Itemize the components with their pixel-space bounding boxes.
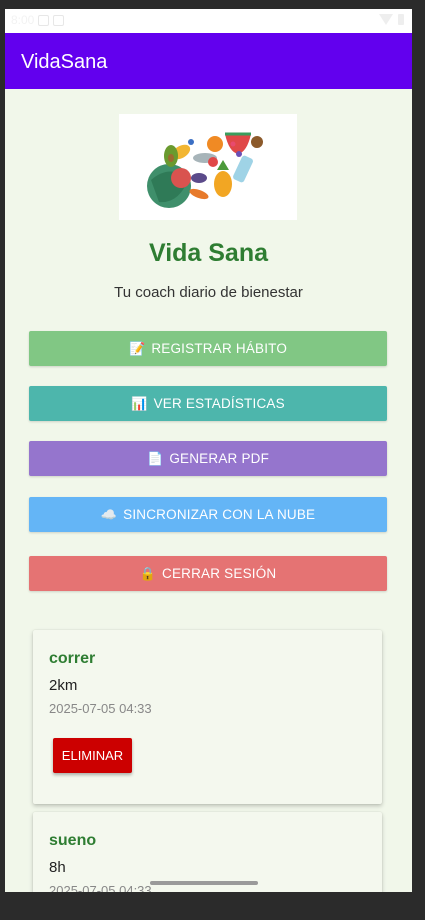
generate-pdf-label: GENERAR PDF <box>169 451 270 466</box>
fruits-vegetables-illustration <box>147 132 263 208</box>
main-content[interactable]: Vida Sana Tu coach diario de bienestar 📝… <box>5 89 412 892</box>
sync-cloud-button[interactable]: ☁️ SINCRONIZAR CON LA NUBE <box>29 497 387 532</box>
healthy-food-logo <box>119 114 297 220</box>
gesture-nav-handle[interactable] <box>150 881 258 885</box>
sim-icon <box>53 14 65 26</box>
habit-card: sueno 8h 2025-07-05 04:33 <box>33 812 382 892</box>
app-bar: VidaSana <box>5 33 412 89</box>
habit-card: correr 2km 2025-07-05 04:33 ELIMINAR <box>33 630 382 804</box>
lock-icon: 🔒 <box>139 565 156 581</box>
status-bar: 8:00 <box>5 9 412 33</box>
view-stats-label: VER ESTADÍSTICAS <box>153 396 285 411</box>
phone-screen: 8:00 VidaSana Vida Sana Tu coach diario … <box>5 9 412 892</box>
generate-pdf-button[interactable]: 📄 GENERAR PDF <box>29 441 387 476</box>
page-title: Vida Sana <box>148 239 269 267</box>
habit-name: correr <box>49 650 96 667</box>
habit-name: sueno <box>49 832 97 849</box>
habit-date: 2025-07-05 04:33 <box>49 701 152 716</box>
view-stats-button[interactable]: 📊 VER ESTADÍSTICAS <box>29 386 387 421</box>
logout-label: CERRAR SESIÓN <box>162 566 277 581</box>
register-habit-label: REGISTRAR HÁBITO <box>151 341 288 356</box>
document-icon: 📄 <box>146 450 164 466</box>
status-time: 8:00 <box>11 13 35 27</box>
sync-cloud-label: SINCRONIZAR CON LA NUBE <box>123 507 316 522</box>
habit-value: 2km <box>49 677 78 694</box>
page-subtitle: Tu coach diario de bienestar <box>114 284 303 301</box>
battery-icon <box>398 14 404 25</box>
habit-value: 8h <box>49 859 66 876</box>
wifi-icon <box>379 14 393 25</box>
notification-icon <box>38 14 50 26</box>
memo-icon: 📝 <box>128 340 146 356</box>
cloud-icon: ☁️ <box>100 506 118 522</box>
logout-button[interactable]: 🔒 CERRAR SESIÓN <box>29 556 387 591</box>
register-habit-button[interactable]: 📝 REGISTRAR HÁBITO <box>29 331 387 366</box>
habit-date: 2025-07-05 04:33 <box>49 883 152 892</box>
app-title: VidaSana <box>21 51 108 73</box>
delete-habit-button[interactable]: ELIMINAR <box>53 738 132 773</box>
bar-chart-icon: 📊 <box>131 395 148 411</box>
